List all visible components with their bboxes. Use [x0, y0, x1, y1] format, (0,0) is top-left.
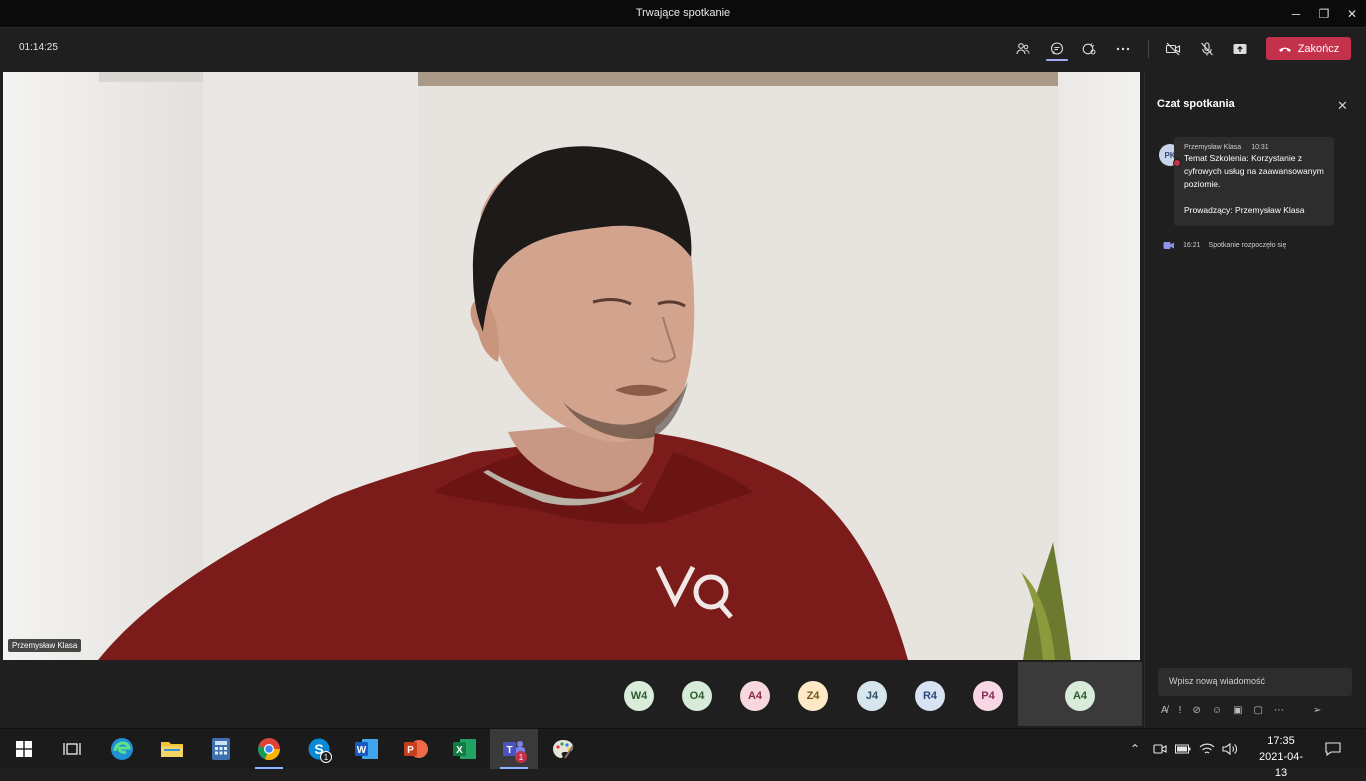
- edge-icon: [111, 738, 133, 760]
- meeting-started-event: 16:21 Spotkanie rozpoczęło się: [1163, 241, 1286, 250]
- share-tray-icon: [1233, 44, 1247, 54]
- svg-text:X: X: [456, 745, 463, 756]
- event-text: Spotkanie rozpoczęło się: [1208, 242, 1287, 249]
- excel-app[interactable]: X: [441, 729, 489, 769]
- system-clock[interactable]: 17:35 2021-04-13: [1256, 733, 1306, 781]
- participants-button[interactable]: [1010, 37, 1036, 61]
- wifi-icon[interactable]: [1198, 740, 1216, 758]
- gif-icon[interactable]: ▣: [1233, 705, 1242, 716]
- chat-message: Przemysław Klasa 10:31 Temat Szkolenia: K…: [1174, 137, 1334, 226]
- participant-avatar[interactable]: Z4: [798, 681, 828, 711]
- show-hidden-icons[interactable]: ⌃: [1126, 740, 1144, 758]
- more-actions-button[interactable]: [1110, 37, 1136, 61]
- participant-avatar[interactable]: W4: [624, 681, 654, 711]
- important-icon[interactable]: !: [1179, 705, 1182, 716]
- hangup-icon: [1278, 47, 1291, 52]
- svg-text:T: T: [506, 745, 512, 756]
- volume-icon[interactable]: [1221, 740, 1239, 758]
- self-avatar: A4: [1065, 681, 1095, 711]
- chrome-app[interactable]: [245, 729, 293, 769]
- message-input[interactable]: Wpisz nową wiadomość: [1158, 668, 1352, 696]
- teams-app[interactable]: T 1: [490, 729, 538, 769]
- clock-date: 2021-04-13: [1258, 751, 1304, 779]
- compose-toolbar: A̸ ! ⊘ ☺ ▣ ▢ ⋯ ➢: [1161, 703, 1351, 717]
- participant-avatar[interactable]: A4: [740, 681, 770, 711]
- paint-palette-icon: [553, 740, 574, 759]
- chat-active-indicator: [1046, 59, 1068, 61]
- svg-text:P: P: [407, 745, 414, 756]
- video-camera-icon: [1163, 242, 1174, 249]
- emoji-icon[interactable]: ☺: [1212, 705, 1222, 716]
- more-options-icon[interactable]: ⋯: [1274, 705, 1284, 716]
- svg-text:W: W: [357, 745, 367, 756]
- presence-status-icon: [1173, 159, 1181, 167]
- share-screen-button[interactable]: [1227, 37, 1253, 61]
- camera-toggle-button[interactable]: [1160, 37, 1186, 61]
- meet-now-icon[interactable]: [1151, 740, 1169, 758]
- attach-icon[interactable]: ⊘: [1192, 705, 1200, 716]
- participant-avatar[interactable]: P4: [973, 681, 1003, 711]
- reactions-button[interactable]: [1076, 37, 1102, 61]
- message-author: Przemysław Klasa: [1184, 144, 1242, 151]
- format-icon[interactable]: A̸: [1161, 705, 1168, 716]
- folder-icon: [161, 742, 183, 757]
- camera-off-icon: [1165, 42, 1181, 56]
- edge-app[interactable]: [98, 729, 146, 769]
- file-explorer-app[interactable]: [148, 729, 196, 769]
- mic-off-icon: [1201, 42, 1213, 56]
- chat-title: Czat spotkania: [1157, 98, 1235, 110]
- task-view-button[interactable]: [48, 729, 96, 769]
- participant-avatar[interactable]: R4: [915, 681, 945, 711]
- end-call-button[interactable]: Zakończ: [1266, 37, 1351, 60]
- close-chat-icon[interactable]: ✕: [1337, 98, 1348, 114]
- windows-logo-icon: [16, 741, 32, 757]
- paint-app[interactable]: [539, 729, 587, 769]
- meeting-toolbar: 01:14:25 Zakończ: [0, 28, 1366, 70]
- close-icon[interactable]: ✕: [1336, 0, 1366, 28]
- people-icon: [1016, 43, 1030, 55]
- word-app[interactable]: W: [343, 729, 391, 769]
- calculator-icon: [212, 738, 230, 760]
- reactions-icon: [1082, 43, 1096, 55]
- task-view-icon: [63, 743, 81, 755]
- send-icon[interactable]: ➢: [1313, 705, 1321, 716]
- end-call-label: Zakończ: [1297, 42, 1340, 55]
- more-icon: [1116, 47, 1130, 51]
- windows-taskbar: S 1 W P X T 1 ⌃ 17:35 2021-04-13: [0, 728, 1366, 779]
- chat-button[interactable]: [1044, 37, 1070, 61]
- start-button[interactable]: [0, 729, 48, 769]
- calculator-app[interactable]: [197, 729, 245, 769]
- message-time: 10:31: [1251, 144, 1269, 151]
- video-feed: [3, 72, 1140, 660]
- notifications-icon[interactable]: [1324, 740, 1342, 758]
- participant-avatar[interactable]: O4: [682, 681, 712, 711]
- microphone-toggle-button[interactable]: [1194, 37, 1220, 61]
- powerpoint-app[interactable]: P: [392, 729, 440, 769]
- skype-app[interactable]: S 1: [295, 729, 343, 769]
- meeting-timer: 01:14:25: [19, 42, 58, 53]
- teams-badge: 1: [515, 751, 527, 763]
- video-name-tag: Przemysław Klasa: [8, 639, 82, 652]
- speaker-video-image: [3, 72, 1140, 660]
- powerpoint-icon: P: [404, 740, 428, 758]
- skype-badge: 1: [320, 751, 332, 763]
- message-text: Temat Szkolenia: Korzystanie z cyfrowych…: [1184, 153, 1324, 215]
- sticker-icon[interactable]: ▢: [1254, 705, 1263, 716]
- chrome-icon: [258, 738, 281, 761]
- excel-icon: X: [453, 739, 476, 759]
- chat-panel: Czat spotkania ✕ PK Przemysław Klasa 10:3…: [1144, 72, 1366, 728]
- toolbar-separator: [1148, 40, 1149, 58]
- window-title: Trwające spotkanie: [635, 7, 731, 19]
- clock-time: 17:35: [1267, 735, 1295, 747]
- title-bar: Trwające spotkanie ─ ❐ ✕: [0, 0, 1366, 28]
- event-time: 16:21: [1183, 242, 1201, 249]
- word-icon: W: [355, 739, 378, 759]
- battery-icon[interactable]: [1174, 740, 1192, 758]
- running-indicator: [500, 767, 528, 769]
- participant-avatar[interactable]: J4: [857, 681, 887, 711]
- chat-icon: [1050, 42, 1064, 55]
- running-indicator: [255, 767, 283, 769]
